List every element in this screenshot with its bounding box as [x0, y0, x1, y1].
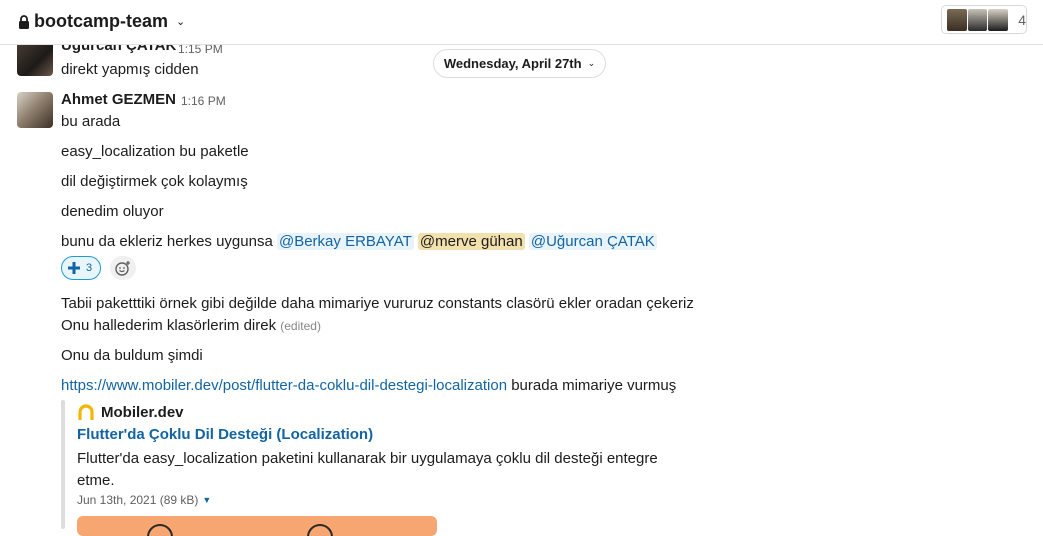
lock-icon [19, 14, 29, 29]
message-text: https://www.mobiler.dev/post/flutter-da-… [61, 377, 676, 394]
date-label: Wednesday, April 27th [443, 56, 582, 71]
message-link[interactable]: https://www.mobiler.dev/post/flutter-da-… [61, 377, 507, 394]
add-emoji-icon [115, 261, 130, 276]
message-text-segment: burada mimariye vurmuş [507, 377, 677, 394]
message-text: dil değiştirmek çok kolaymış [61, 173, 248, 190]
unfurl-title[interactable]: Flutter'da Çoklu Dil Desteği (Localizati… [77, 426, 373, 443]
mention-ugurcan[interactable]: @Uğurcan ÇATAK [528, 233, 657, 250]
channel-name: bootcamp-team [34, 11, 169, 31]
message-text: bu arada [61, 113, 121, 130]
caret-down-icon[interactable]: ▼ [202, 495, 211, 505]
channel-name-button[interactable]: bootcamp-team ⌄ [18, 11, 185, 32]
message-text: Onu hallederim klasörlerim direk (edited… [61, 317, 321, 334]
unfurl-preview-image[interactable] [77, 516, 437, 536]
unfurl-meta-text: Jun 13th, 2021 (89 kB) [77, 493, 199, 507]
message-text-segment: Onu hallederim klasörlerim direk [61, 317, 277, 334]
reaction-count: 3 [86, 262, 93, 274]
message-timestamp[interactable]: 1:16 PM [181, 94, 226, 108]
member-avatar [946, 7, 968, 32]
channel-header: bootcamp-team ⌄ 4 [0, 0, 1043, 45]
avatar[interactable] [17, 92, 53, 128]
member-count: 4 [1018, 11, 1026, 28]
preview-shape [307, 524, 333, 536]
reaction-button[interactable]: 3 [61, 256, 101, 280]
mention-berkay[interactable]: @Berkay ERBAYAT [276, 233, 414, 250]
message-text: bunu da ekleriz herkes uygunsa @Berkay E… [61, 233, 657, 250]
add-reaction-button[interactable] [110, 256, 136, 280]
unfurl-description: Flutter'da easy_localization paketini ku… [77, 450, 658, 489]
chevron-down-icon: ⌄ [587, 58, 596, 68]
message-text: direkt yapmış cidden [61, 61, 199, 78]
message-text: easy_localization bu paketle [61, 143, 249, 160]
preview-shape [147, 524, 173, 536]
message-text: Onu da buldum şimdi [61, 347, 203, 364]
mobiler-logo-icon [78, 404, 94, 420]
unfurl-meta: Jun 13th, 2021 (89 kB) ▼ [77, 493, 211, 507]
member-avatar [966, 7, 989, 32]
avatar[interactable] [17, 40, 53, 76]
message-text: Tabii paketttiki örnek gibi değilde daha… [61, 295, 694, 312]
chevron-down-icon: ⌄ [176, 16, 186, 28]
unfurl-divider [61, 400, 65, 529]
message-author[interactable]: Ahmet GEZMEN [61, 91, 176, 108]
message-text-segment: bunu da ekleriz herkes uygunsa [61, 233, 273, 250]
members-button[interactable]: 4 [941, 5, 1027, 34]
member-avatar [987, 7, 1010, 32]
unfurl-site-name: Mobiler.dev [101, 403, 184, 421]
message-text: denedim oluyor [61, 203, 164, 220]
date-divider-button[interactable]: Wednesday, April 27th ⌄ [433, 49, 606, 78]
edited-label: (edited) [280, 319, 321, 333]
mention-merve[interactable]: @merve gühan [417, 233, 525, 250]
unfurl-site[interactable]: Mobiler.dev [77, 403, 184, 421]
heavy-plus-icon [68, 262, 80, 274]
